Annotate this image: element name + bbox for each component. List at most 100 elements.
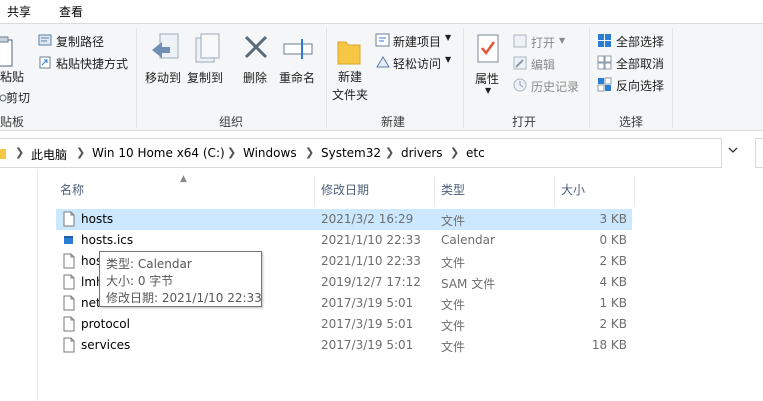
column-divider[interactable] [314, 176, 315, 206]
chevron-down-icon[interactable]: ▼ [445, 55, 451, 64]
chevron-down-icon[interactable]: ▼ [485, 86, 491, 95]
file-size: 18 KB [591, 338, 627, 352]
open-icon[interactable] [513, 34, 527, 48]
chevron-down-icon[interactable]: ▼ [445, 33, 451, 42]
rename-icon[interactable] [282, 36, 316, 62]
file-tooltip: 类型: Calendar 大小: 0 字节 修改日期: 2021/1/10 22… [99, 251, 262, 307]
select-all-button[interactable]: 全部选择 [616, 33, 664, 50]
select-all-icon[interactable] [597, 33, 612, 48]
file-size: 2 KB [599, 254, 627, 268]
copy-to-icon[interactable] [191, 32, 223, 66]
history-button[interactable]: 历史记录 [531, 78, 579, 95]
edit-button[interactable]: 编辑 [531, 56, 555, 73]
file-date: 2017/3/19 5:01 [321, 338, 414, 352]
edit-icon[interactable] [513, 56, 527, 70]
file-row[interactable]: protocol 2017/3/19 5:01 文件 2 KB [56, 314, 632, 335]
copy-to-button[interactable]: 复制到 [187, 69, 223, 86]
ribbon-tabs: 共享 查看 [0, 0, 763, 23]
file-size: 0 KB [599, 233, 627, 247]
refresh-button[interactable] [755, 138, 763, 168]
file-type: Calendar [441, 233, 495, 247]
move-to-icon[interactable] [150, 32, 182, 66]
breadcrumb-chevron-icon[interactable]: ❯ [15, 146, 24, 159]
file-type: 文件 [441, 256, 466, 270]
file-type: 文件 [441, 298, 466, 312]
file-icon [63, 211, 75, 227]
breadcrumb-chevron-icon[interactable]: ❯ [76, 146, 85, 159]
file-row[interactable]: hosts.ics 2021/1/10 22:33 Calendar 0 KB [56, 230, 632, 251]
file-date: 2021/3/2 16:29 [321, 212, 414, 226]
rename-button[interactable]: 重命名 [279, 69, 315, 86]
tab-share[interactable]: 共享 [7, 3, 31, 20]
file-row[interactable]: hosts 2021/3/2 16:29 文件 3 KB [56, 209, 632, 230]
easy-access-button[interactable]: 轻松访问 [393, 55, 441, 72]
tab-view[interactable]: 查看 [59, 3, 83, 20]
file-row[interactable]: services 2017/3/19 5:01 文件 18 KB [56, 335, 632, 356]
cut-button[interactable]: 剪切 [6, 89, 30, 106]
delete-button[interactable]: 删除 [243, 69, 267, 86]
breadcrumb-this-pc[interactable]: 此电脑 [31, 146, 67, 163]
file-icon [63, 316, 75, 332]
file-type: SAM 文件 [441, 277, 496, 291]
organize-group-label: 组织 [219, 115, 244, 129]
file-size: 2 KB [599, 317, 627, 331]
delete-icon[interactable] [243, 34, 269, 60]
breadcrumb-chevron-icon[interactable]: ❯ [385, 146, 394, 159]
sort-ascending-icon: ▲ [180, 174, 187, 184]
column-header-size[interactable]: 大小 [561, 181, 585, 198]
column-divider[interactable] [634, 176, 635, 206]
new-folder-icon[interactable] [336, 36, 362, 66]
breadcrumb-drivers[interactable]: drivers [401, 146, 443, 160]
new-group-label: 新建 [381, 115, 406, 129]
file-name: hosts.ics [81, 233, 134, 247]
file-name: protocol [81, 317, 130, 331]
file-date: 2019/12/7 17:12 [321, 275, 421, 289]
breadcrumb-windows[interactable]: Windows [243, 146, 297, 160]
new-item-button[interactable]: 新建项目 [393, 33, 441, 50]
file-date: 2021/1/10 22:33 [321, 254, 421, 268]
copy-path-icon[interactable] [38, 34, 52, 46]
new-folder-button-line2[interactable]: 文件夹 [332, 86, 368, 103]
copy-path-button[interactable]: 复制路径 [56, 33, 104, 50]
select-none-icon[interactable] [597, 55, 612, 70]
breadcrumb-system32[interactable]: System32 [321, 146, 381, 160]
breadcrumb-chevron-icon[interactable]: ❯ [450, 146, 459, 159]
file-type: 文件 [441, 319, 466, 333]
properties-icon[interactable] [476, 34, 500, 64]
move-to-button[interactable]: 移动到 [145, 69, 181, 86]
select-none-button[interactable]: 全部取消 [616, 55, 664, 72]
address-history-chevron-icon[interactable] [728, 146, 738, 154]
column-divider[interactable] [554, 176, 555, 206]
paste-shortcut-icon[interactable] [38, 55, 52, 69]
column-divider[interactable] [434, 176, 435, 206]
breadcrumb-chevron-icon[interactable]: ❯ [227, 146, 236, 159]
clipboard-group-label: 贴板 [0, 115, 25, 129]
easy-access-icon[interactable] [375, 55, 391, 69]
properties-button[interactable]: 属性 [475, 70, 499, 87]
new-folder-button[interactable]: 新建 [338, 68, 362, 85]
calendar-file-icon [64, 236, 73, 244]
address-bar[interactable]: ❯ 此电脑 ❯ Win 10 Home x64 (C:) ❯ Windows ❯… [0, 138, 722, 168]
paste-shortcut-button[interactable]: 粘贴快捷方式 [56, 55, 128, 72]
file-icon [63, 274, 75, 290]
chevron-down-icon[interactable]: ▼ [559, 36, 565, 45]
file-size: 4 KB [599, 275, 627, 289]
file-name: hosts [81, 212, 114, 226]
open-button[interactable]: 打开 [531, 34, 555, 51]
history-icon[interactable] [513, 78, 527, 92]
file-size: 3 KB [599, 212, 627, 226]
select-group-label: 选择 [619, 115, 644, 129]
new-item-icon[interactable] [375, 33, 391, 47]
paste-button[interactable]: 粘贴 [0, 68, 24, 85]
paste-icon[interactable] [0, 36, 16, 68]
file-icon [63, 337, 75, 353]
breadcrumb-etc[interactable]: etc [466, 146, 485, 160]
breadcrumb-drive[interactable]: Win 10 Home x64 (C:) [92, 146, 225, 160]
invert-selection-icon[interactable] [597, 77, 612, 92]
column-header-name[interactable]: 名称 [60, 181, 84, 198]
breadcrumb-chevron-icon[interactable]: ❯ [305, 146, 314, 159]
column-header-date[interactable]: 修改日期 [321, 181, 369, 198]
navigation-pane[interactable] [0, 170, 38, 401]
invert-selection-button[interactable]: 反向选择 [616, 77, 664, 94]
column-header-type[interactable]: 类型 [441, 181, 465, 198]
